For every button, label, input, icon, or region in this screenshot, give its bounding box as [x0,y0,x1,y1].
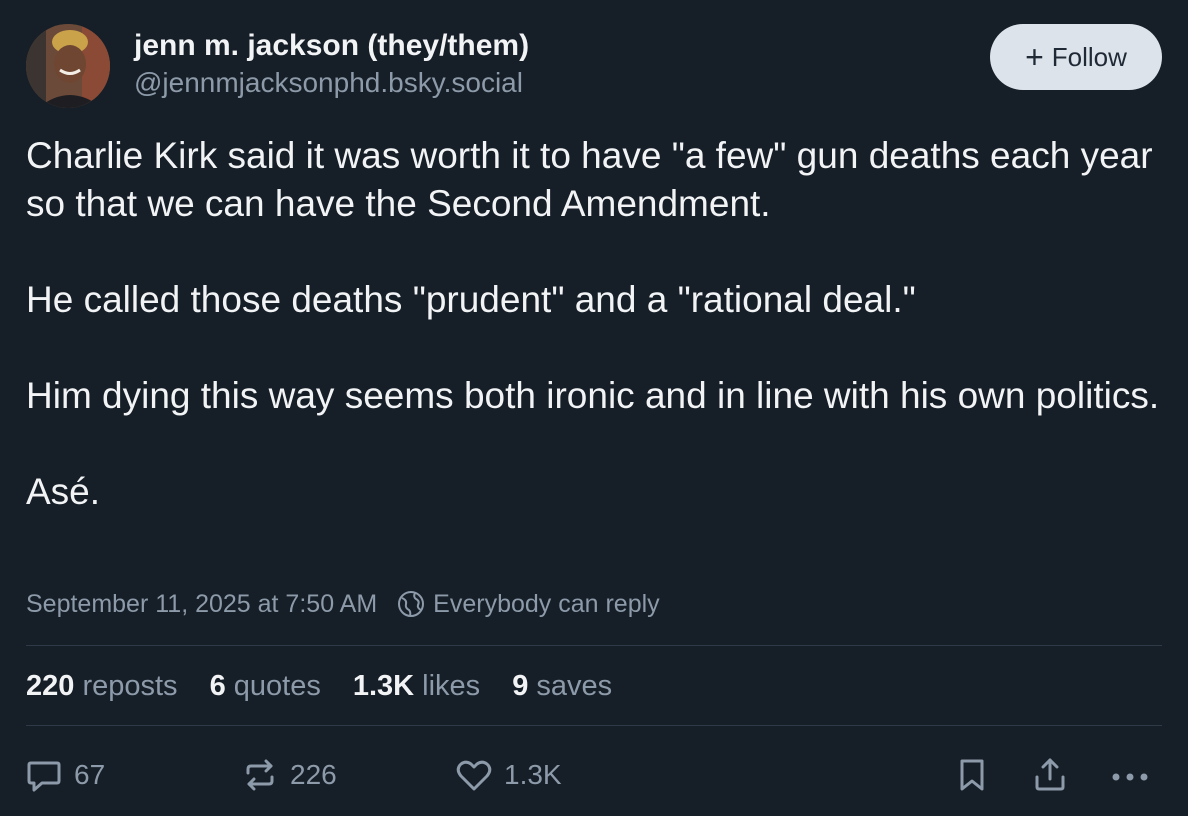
stat-saves[interactable]: 9 saves [512,670,612,703]
like-count: 1.3K [504,759,562,790]
more-dots-icon [1108,755,1152,795]
heart-icon [454,755,494,795]
divider [26,725,1162,726]
bookmark-icon [952,755,992,795]
repost-count: 226 [290,759,337,790]
share-button[interactable] [1030,750,1070,800]
post-paragraph: He called those deaths "prudent" and a "… [26,279,916,320]
globe-icon [395,588,427,620]
reply-count: 67 [74,759,106,790]
author-display-name[interactable]: jenn m. jackson (they/them) [134,28,529,64]
action-bar: 67 226 1.3K [24,750,1164,800]
author-avatar[interactable] [26,24,110,108]
follow-button[interactable]: + Follow [990,24,1162,90]
repost-button[interactable]: 226 [240,750,337,800]
reply-setting[interactable]: Everybody can reply [433,590,660,619]
post-meta: September 11, 2025 at 7:50 AM Everybody … [26,586,660,622]
post-paragraph: Asé. [26,471,101,512]
post-card: jenn m. jackson (they/them) @jennmjackso… [0,0,1188,816]
post-header: jenn m. jackson (they/them) @jennmjackso… [26,24,1162,108]
share-icon [1030,755,1070,795]
reply-bubble-icon [24,755,64,795]
plus-icon: + [1025,39,1044,75]
divider [26,645,1162,646]
author-names: jenn m. jackson (they/them) @jennmjackso… [134,28,529,102]
post-paragraph: Him dying this way seems both ironic and… [26,375,1160,416]
post-timestamp[interactable]: September 11, 2025 at 7:50 AM [26,590,377,619]
bookmark-button[interactable] [952,750,992,800]
author-handle[interactable]: @jennmjacksonphd.bsky.social [134,64,529,102]
stat-reposts[interactable]: 220 reposts [26,670,178,703]
repost-icon [240,755,280,795]
follow-label: Follow [1051,41,1127,72]
engagement-stats: 220 reposts 6 quotes 1.3K likes 9 saves [26,666,644,706]
stat-quotes[interactable]: 6 quotes [210,670,321,703]
post-paragraph: Charlie Kirk said it was worth it to hav… [26,135,1163,224]
stat-likes[interactable]: 1.3K likes [353,670,480,703]
like-button[interactable]: 1.3K [454,750,562,800]
post-text: Charlie Kirk said it was worth it to hav… [26,132,1162,564]
more-options-button[interactable] [1108,750,1152,800]
reply-button[interactable]: 67 [24,750,105,800]
